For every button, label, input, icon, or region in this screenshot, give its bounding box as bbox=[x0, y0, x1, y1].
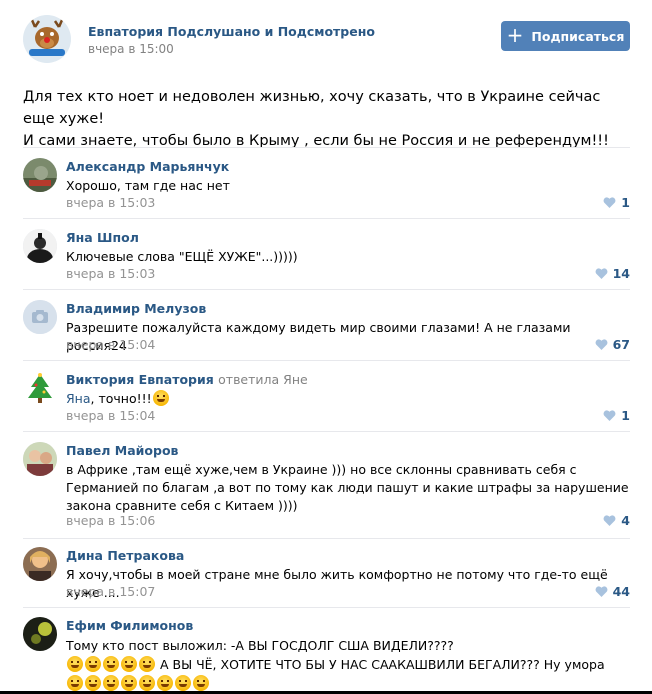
comment-author[interactable]: Павел Майоров bbox=[66, 443, 178, 458]
comment-author[interactable]: Виктория Евпатория ответила Яне bbox=[66, 372, 308, 387]
heart-icon bbox=[603, 515, 616, 526]
like-count: 67 bbox=[612, 337, 630, 352]
divider bbox=[23, 147, 630, 148]
comment: Ефим Филимонов Тому кто пост выложил: -А… bbox=[0, 617, 652, 694]
comment-avatar[interactable] bbox=[23, 229, 57, 263]
like-button[interactable]: 4 bbox=[603, 513, 630, 528]
laughing-face-emoji bbox=[157, 675, 173, 691]
comment: Виктория Евпатория ответила Яне Яна, точ… bbox=[0, 371, 652, 431]
laughing-face-emoji bbox=[103, 675, 119, 691]
comment-time[interactable]: вчера в 15:07 bbox=[66, 584, 155, 599]
laughing-face-emoji bbox=[139, 656, 155, 672]
comment: Владимир Мелузов Разрешите пожалуйста ка… bbox=[0, 300, 652, 360]
comment-time[interactable]: вчера в 15:04 bbox=[66, 337, 155, 352]
laughing-face-emoji bbox=[67, 656, 83, 672]
mention-link[interactable]: Яна bbox=[66, 391, 91, 406]
divider bbox=[23, 431, 630, 432]
comment-avatar[interactable] bbox=[23, 158, 57, 192]
heart-icon bbox=[595, 339, 608, 350]
laughing-face-emoji bbox=[139, 675, 155, 691]
comment-time[interactable]: вчера в 15:03 bbox=[66, 266, 155, 281]
comment-time[interactable]: вчера в 15:03 bbox=[66, 195, 155, 210]
divider bbox=[23, 538, 630, 539]
like-button[interactable]: 14 bbox=[595, 266, 630, 281]
post-text-line: Для тех кто ноет и недоволен жизнью, хоч… bbox=[23, 89, 601, 127]
comment-author[interactable]: Яна Шпол bbox=[66, 230, 139, 245]
comment: Александр Марьянчук Хорошо, там где нас … bbox=[0, 158, 652, 218]
camera-icon bbox=[23, 300, 57, 334]
like-button[interactable]: 1 bbox=[603, 195, 630, 210]
subscribe-label: Подписаться bbox=[531, 28, 625, 44]
laughing-face-emoji bbox=[121, 675, 137, 691]
like-count: 1 bbox=[621, 408, 630, 423]
like-count: 1 bbox=[621, 195, 630, 210]
reply-to[interactable]: ответила Яне bbox=[218, 372, 308, 387]
laughing-face-emoji bbox=[85, 675, 101, 691]
comment-text: Хорошо, там где нас нет bbox=[66, 178, 230, 193]
divider bbox=[23, 607, 630, 608]
comment-avatar[interactable] bbox=[23, 442, 57, 476]
like-count: 14 bbox=[612, 266, 630, 281]
heart-icon bbox=[603, 410, 616, 421]
subscribe-button[interactable]: + Подписаться bbox=[501, 21, 630, 51]
like-button[interactable]: 44 bbox=[595, 584, 630, 599]
laughing-face-emoji bbox=[67, 675, 83, 691]
laughing-face-emoji bbox=[121, 656, 137, 672]
like-button[interactable]: 1 bbox=[603, 408, 630, 423]
heart-icon bbox=[595, 586, 608, 597]
comment-text-body: , точно!!! bbox=[90, 391, 152, 406]
comment-avatar[interactable] bbox=[23, 371, 57, 405]
like-count: 4 bbox=[621, 513, 630, 528]
laughing-face-emoji bbox=[152, 390, 169, 406]
comment-text: Ключевые слова "ЕЩЁ ХУЖЕ"...))))) bbox=[66, 249, 298, 264]
laughing-face-emoji bbox=[85, 656, 101, 672]
comment-text-line: А ВЫ ЧЁ, ХОТИТЕ ЧТО БЫ У НАС СААКАШВИЛИ … bbox=[66, 655, 631, 674]
laughing-face-emoji bbox=[175, 675, 191, 691]
comment-text-line: Тому кто пост выложил: -А ВЫ ГОСДОЛГ США… bbox=[66, 638, 454, 653]
comment-author[interactable]: Дина Петракова bbox=[66, 548, 184, 563]
post-text-line: И сами знаете, чтобы было в Крыму , если… bbox=[23, 133, 609, 149]
comment: Павел Майоров в Африке ,там ещё хуже,чем… bbox=[0, 442, 652, 538]
post-text: Для тех кто ноет и недоволен жизнью, хоч… bbox=[23, 86, 633, 152]
comment: Яна Шпол Ключевые слова "ЕЩЁ ХУЖЕ"...)))… bbox=[0, 229, 652, 289]
comment-text: Яна, точно!!! bbox=[66, 390, 631, 408]
comment-author[interactable]: Ефим Филимонов bbox=[66, 618, 193, 633]
like-count: 44 bbox=[612, 584, 630, 599]
divider bbox=[23, 218, 630, 219]
laughing-face-emoji bbox=[193, 675, 209, 691]
comment-time[interactable]: вчера в 15:04 bbox=[66, 408, 155, 423]
post-header: Евпатория Подслушано и Подсмотрено вчера… bbox=[0, 0, 652, 80]
comment-avatar[interactable] bbox=[23, 547, 57, 581]
comment-author[interactable]: Владимир Мелузов bbox=[66, 301, 206, 316]
like-button[interactable]: 67 bbox=[595, 337, 630, 352]
comment-text: Тому кто пост выложил: -А ВЫ ГОСДОЛГ США… bbox=[66, 636, 631, 693]
comment-author-name[interactable]: Виктория Евпатория bbox=[66, 372, 214, 387]
divider bbox=[23, 360, 630, 361]
comment-text-body: А ВЫ ЧЁ, ХОТИТЕ ЧТО БЫ У НАС СААКАШВИЛИ … bbox=[159, 657, 605, 672]
comment-avatar[interactable] bbox=[23, 617, 57, 651]
group-name[interactable]: Евпатория Подслушано и Подсмотрено bbox=[88, 24, 375, 39]
comment: Дина Петракова Я хочу,чтобы в моей стран… bbox=[0, 547, 652, 607]
heart-icon bbox=[595, 268, 608, 279]
laughing-face-emoji bbox=[103, 656, 119, 672]
group-avatar[interactable] bbox=[23, 15, 71, 63]
divider bbox=[23, 289, 630, 290]
heart-icon bbox=[603, 197, 616, 208]
comment-time[interactable]: вчера в 15:06 bbox=[66, 513, 155, 528]
post-time[interactable]: вчера в 15:00 bbox=[88, 42, 174, 56]
comment-text: в Африке ,там ещё хуже,чем в Украине )))… bbox=[66, 462, 629, 513]
comment-avatar[interactable] bbox=[23, 300, 57, 334]
plus-icon: + bbox=[506, 23, 524, 47]
comment-author[interactable]: Александр Марьянчук bbox=[66, 159, 229, 174]
